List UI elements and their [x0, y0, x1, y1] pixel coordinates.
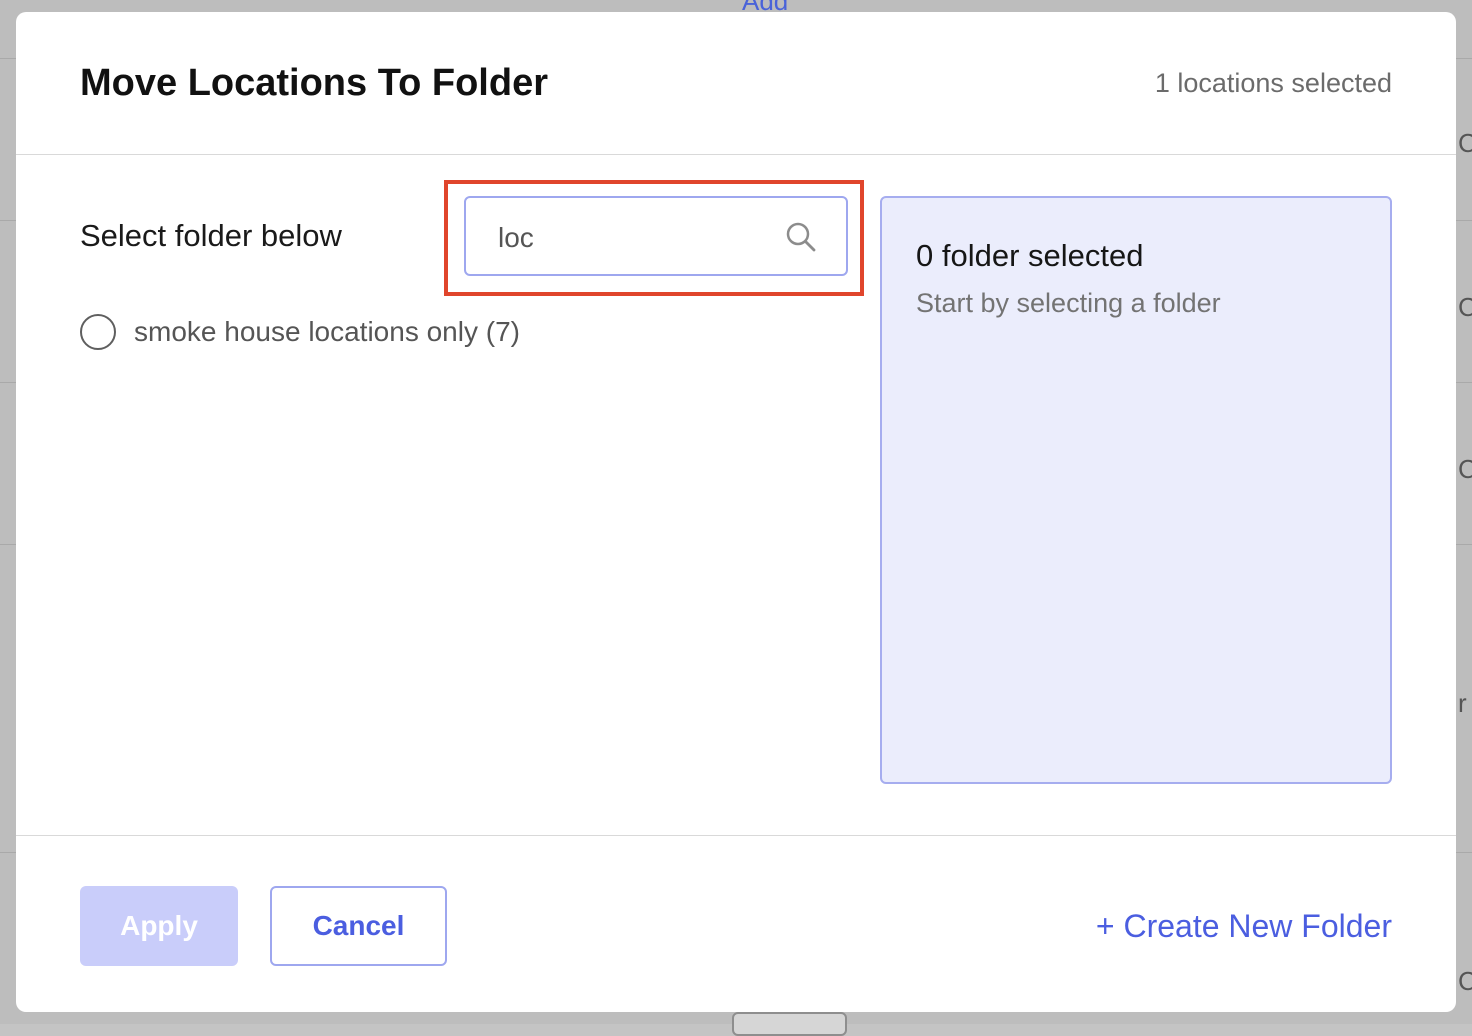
- background-text-fragment: C: [1458, 966, 1472, 997]
- background-text-fragment: C: [1458, 292, 1472, 323]
- folder-option[interactable]: smoke house locations only (7): [80, 312, 520, 352]
- select-folder-label: Select folder below: [80, 218, 342, 254]
- move-to-folder-modal: Move Locations To Folder 1 locations sel…: [16, 12, 1456, 1012]
- selection-summary-panel: 0 folder selected Start by selecting a f…: [880, 196, 1392, 784]
- radio-unchecked-icon[interactable]: [80, 314, 116, 350]
- background-text-fragment: C: [1458, 454, 1472, 485]
- selection-summary-title: 0 folder selected: [916, 238, 1143, 274]
- modal-header: Move Locations To Folder 1 locations sel…: [16, 12, 1456, 155]
- background-text-fragment: C: [1458, 128, 1472, 159]
- background-button: [732, 1012, 847, 1036]
- selected-count: 1 locations selected: [1155, 68, 1392, 99]
- modal-title: Move Locations To Folder: [80, 62, 548, 105]
- folder-search-input[interactable]: [498, 218, 768, 258]
- folder-option-label: smoke house locations only (7): [134, 316, 520, 348]
- create-new-folder-link[interactable]: + Create New Folder: [1096, 908, 1392, 945]
- modal-footer: Apply Cancel + Create New Folder: [16, 835, 1456, 1012]
- background-text-fragment: r: [1458, 688, 1467, 719]
- cancel-button[interactable]: Cancel: [270, 886, 447, 966]
- folder-search-field[interactable]: [464, 196, 848, 276]
- search-icon[interactable]: [784, 220, 818, 254]
- apply-button[interactable]: Apply: [80, 886, 238, 966]
- selection-summary-hint: Start by selecting a folder: [916, 288, 1221, 319]
